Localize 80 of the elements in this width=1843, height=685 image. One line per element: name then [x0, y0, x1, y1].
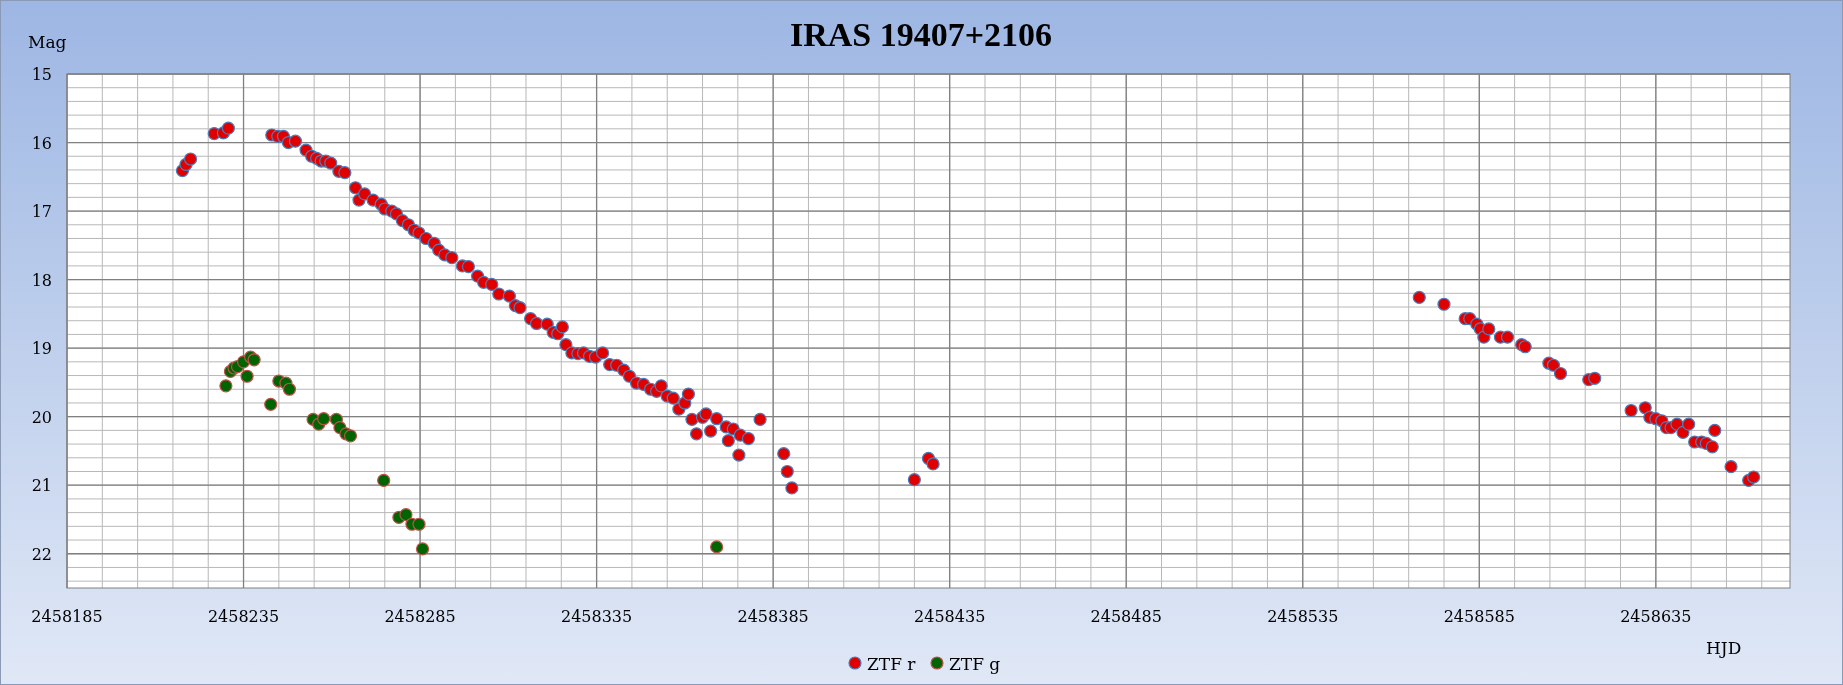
- y-axis-label: Mag: [28, 32, 67, 52]
- data-point: [240, 369, 254, 383]
- data-point: [710, 412, 724, 426]
- data-point: [348, 181, 363, 195]
- data-point: [721, 434, 735, 448]
- data-point: [1624, 403, 1638, 418]
- x-tick-label: 2458385: [737, 607, 809, 626]
- data-point: [492, 287, 506, 301]
- y-tick-label: 15: [31, 65, 52, 84]
- data-point: [732, 448, 746, 462]
- y-tick-label: 16: [31, 133, 52, 153]
- data-point: [710, 540, 724, 554]
- data-point: [282, 382, 297, 396]
- data-point: [377, 473, 391, 487]
- data-point: [445, 251, 459, 265]
- data-point: [685, 412, 699, 426]
- x-tick-label: 2458285: [384, 607, 456, 626]
- data-point: [1747, 470, 1761, 484]
- data-point: [1705, 440, 1719, 454]
- y-tick-label: 21: [31, 476, 52, 496]
- data-point: [1546, 358, 1561, 372]
- data-point: [338, 166, 352, 180]
- y-tick-label: 19: [31, 339, 52, 359]
- data-point: [699, 407, 713, 421]
- data-point: [777, 447, 791, 461]
- data-point: [780, 464, 794, 479]
- data-point: [184, 152, 198, 166]
- data-point: [689, 427, 704, 441]
- x-tick-label: 2458635: [1620, 607, 1692, 626]
- data-point: [666, 391, 680, 405]
- data-point: [926, 457, 940, 471]
- data-point: [741, 432, 756, 446]
- legend-label: ZTF g: [949, 654, 1001, 674]
- data-point: [415, 542, 430, 556]
- data-point: [907, 473, 921, 487]
- x-tick-label: 2458535: [1267, 607, 1339, 626]
- legend-label: ZTF r: [867, 654, 916, 674]
- data-point: [485, 277, 499, 291]
- data-point: [1708, 423, 1722, 437]
- data-point: [1437, 297, 1451, 311]
- x-tick-label: 2458585: [1443, 607, 1515, 626]
- data-point: [317, 412, 331, 426]
- data-point: [785, 481, 799, 495]
- data-point: [502, 289, 516, 303]
- data-point: [704, 424, 718, 438]
- data-point: [753, 412, 767, 426]
- x-tick-label: 2458235: [207, 607, 280, 626]
- data-point: [681, 387, 695, 401]
- y-tick-label: 18: [31, 270, 52, 290]
- x-tick-label: 2458185: [31, 607, 103, 626]
- data-point: [1482, 322, 1496, 336]
- data-point: [1500, 330, 1515, 344]
- x-tick-label: 2458335: [561, 607, 633, 626]
- y-tick-label: 20: [31, 407, 52, 427]
- data-point: [1553, 366, 1568, 381]
- data-point: [412, 517, 426, 531]
- data-point: [1412, 290, 1426, 305]
- data-point: [654, 379, 668, 393]
- data-point: [1682, 417, 1696, 431]
- data-point: [399, 508, 413, 522]
- data-point: [221, 121, 235, 135]
- x-axis-label: HJD: [1706, 638, 1742, 658]
- data-point: [513, 301, 527, 315]
- y-tick-label: 22: [31, 544, 52, 564]
- data-point: [555, 320, 569, 334]
- chart-title: IRAS 19407+2106: [789, 16, 1053, 53]
- data-point: [1588, 371, 1602, 385]
- data-point: [343, 429, 358, 443]
- data-point: [596, 346, 610, 360]
- x-tick-label: 2458485: [1090, 607, 1162, 626]
- data-point: [461, 259, 476, 274]
- y-tick-label: 17: [31, 202, 52, 222]
- data-point: [264, 397, 278, 411]
- data-point: [288, 134, 303, 148]
- data-point: [358, 187, 372, 201]
- x-tick-label: 2458435: [914, 607, 986, 626]
- data-point: [1724, 460, 1738, 474]
- data-point: [324, 156, 338, 170]
- data-point: [219, 379, 233, 393]
- data-point: [1638, 401, 1652, 415]
